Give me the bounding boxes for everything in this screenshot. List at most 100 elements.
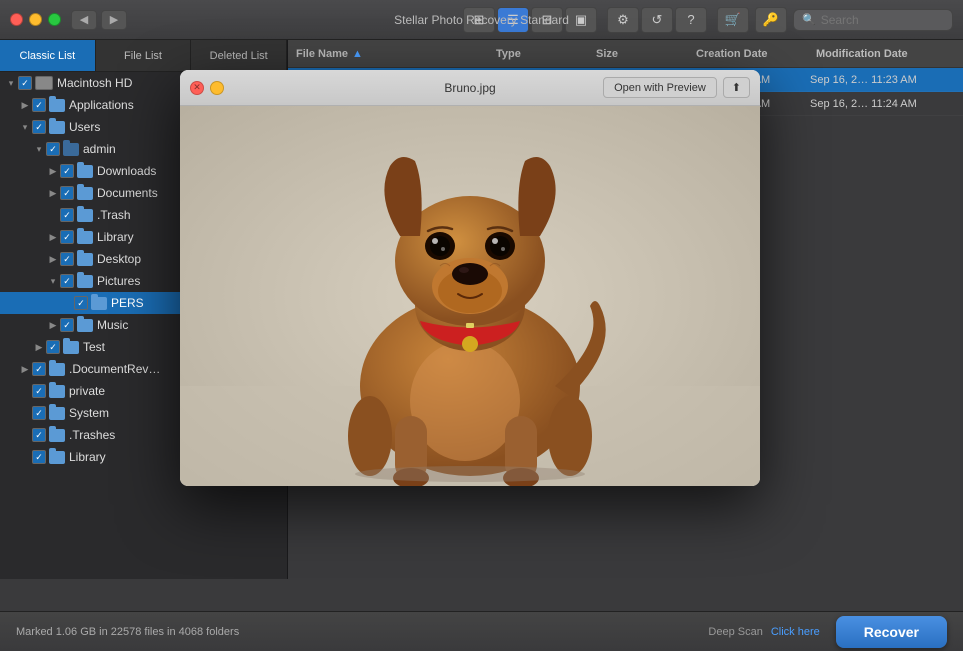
col-header-created: Creation Date xyxy=(696,48,816,60)
preview-image-area xyxy=(180,106,760,486)
checkbox-pers[interactable] xyxy=(74,296,88,310)
folder-icon xyxy=(49,451,65,464)
preview-title-bar: ✕ Bruno.jpg Open with Preview ⬆ xyxy=(180,70,760,106)
folder-icon xyxy=(77,209,93,222)
cell-modified-sam: Sep 16, 2… 11:24 AM xyxy=(810,98,963,110)
open-with-preview-button[interactable]: Open with Preview xyxy=(603,77,717,98)
checkbox-documents[interactable] xyxy=(60,186,74,200)
folder-icon xyxy=(49,407,65,420)
label-private: private xyxy=(69,384,105,398)
arrow-icon: ▾ xyxy=(46,274,60,288)
folder-icon xyxy=(49,385,65,398)
checkbox-applications[interactable] xyxy=(32,98,46,112)
maximize-window-button[interactable] xyxy=(48,13,61,26)
app-title: Stellar Photo Recovery Standard xyxy=(394,13,569,27)
title-bar: ◀ ▶ Stellar Photo Recovery Standard ⊞ ☰ … xyxy=(0,0,963,40)
click-here-link[interactable]: Click here xyxy=(771,626,820,638)
preview-close-button[interactable]: ✕ xyxy=(190,81,204,95)
label-trashes: .Trashes xyxy=(69,428,115,442)
label-documents: Documents xyxy=(97,186,158,200)
checkbox-desktop[interactable] xyxy=(60,252,74,266)
tab-classic-list[interactable]: Classic List xyxy=(0,40,96,71)
traffic-lights xyxy=(10,13,61,26)
label-desktop: Desktop xyxy=(97,252,141,266)
label-trash: .Trash xyxy=(97,208,131,222)
folder-icon xyxy=(49,121,65,134)
label-pers: PERS xyxy=(111,296,144,310)
col-header-size: Size xyxy=(596,48,696,60)
label-applications: Applications xyxy=(69,98,134,112)
arrow-icon: ▾ xyxy=(18,120,32,134)
checkbox-downloads[interactable] xyxy=(60,164,74,178)
arrow-icon: ▶ xyxy=(46,186,60,200)
folder-icon xyxy=(63,341,79,354)
col-header-modified: Modification Date xyxy=(816,48,963,60)
checkbox-trashes[interactable] xyxy=(32,428,46,442)
checkbox-library2[interactable] xyxy=(32,450,46,464)
arrow-icon: ▶ xyxy=(32,340,46,354)
checkbox-users[interactable] xyxy=(32,120,46,134)
file-table-header: File Name ▲ Type Size Creation Date Modi… xyxy=(288,40,963,68)
col-header-name: File Name ▲ xyxy=(296,48,496,60)
checkbox-pictures[interactable] xyxy=(60,274,74,288)
folder-icon xyxy=(63,143,79,156)
preview-title: Bruno.jpg xyxy=(444,81,495,95)
tab-file-list[interactable]: File List xyxy=(96,40,192,71)
label-admin: admin xyxy=(83,142,116,156)
checkbox-library[interactable] xyxy=(60,230,74,244)
cart-button[interactable]: 🛒 xyxy=(717,7,749,33)
folder-icon xyxy=(49,429,65,442)
checkbox-trash[interactable] xyxy=(60,208,74,222)
minimize-window-button[interactable] xyxy=(29,13,42,26)
close-window-button[interactable] xyxy=(10,13,23,26)
checkbox-documentrev[interactable] xyxy=(32,362,46,376)
folder-icon xyxy=(77,231,93,244)
folder-icon xyxy=(77,253,93,266)
main-layout: Classic List File List Deleted List ▾ Ma… xyxy=(0,40,963,579)
folder-icon xyxy=(49,99,65,112)
label-downloads: Downloads xyxy=(97,164,156,178)
arrow-icon: ▶ xyxy=(46,252,60,266)
checkbox-system[interactable] xyxy=(32,406,46,420)
arrow-icon: ▶ xyxy=(46,318,60,332)
checkbox-macintosh-hd[interactable] xyxy=(18,76,32,90)
folder-icon xyxy=(77,275,93,288)
arrow-icon: ▶ xyxy=(46,164,60,178)
recover-button[interactable]: Recover xyxy=(836,616,947,648)
label-macintosh-hd: Macintosh HD xyxy=(57,76,132,90)
col-header-type: Type xyxy=(496,48,596,60)
checkbox-admin[interactable] xyxy=(46,142,60,156)
label-pictures: Pictures xyxy=(97,274,140,288)
arrow-icon: ▶ xyxy=(46,230,60,244)
preview-minimize-button[interactable] xyxy=(210,81,224,95)
refresh-button[interactable]: ↺ xyxy=(641,7,673,33)
nav-buttons: ◀ ▶ xyxy=(71,10,127,30)
view-gallery-button[interactable]: ▣ xyxy=(565,7,597,33)
arrow-icon: ▶ xyxy=(18,98,32,112)
arrow-icon: ▾ xyxy=(4,76,18,90)
checkbox-test[interactable] xyxy=(46,340,60,354)
folder-icon xyxy=(77,319,93,332)
deep-scan-label: Deep Scan xyxy=(708,626,762,638)
folder-icon xyxy=(91,297,107,310)
share-button[interactable]: ⬆ xyxy=(723,77,750,98)
search-box[interactable]: 🔍 xyxy=(793,9,953,31)
cell-modified-bruno: Sep 16, 2… 11:23 AM xyxy=(810,74,963,86)
key-button[interactable]: 🔑 xyxy=(755,7,787,33)
back-button[interactable]: ◀ xyxy=(71,10,97,30)
preview-modal: ✕ Bruno.jpg Open with Preview ⬆ xyxy=(180,70,760,486)
hd-icon xyxy=(35,76,53,90)
tab-deleted-list[interactable]: Deleted List xyxy=(191,40,287,71)
settings-button[interactable]: ⚙ xyxy=(607,7,639,33)
search-input[interactable] xyxy=(821,13,941,27)
label-library2: Library xyxy=(69,450,106,464)
forward-button[interactable]: ▶ xyxy=(101,10,127,30)
help-button[interactable]: ? xyxy=(675,7,707,33)
status-bar: Marked 1.06 GB in 22578 files in 4068 fo… xyxy=(0,611,963,651)
checkbox-music[interactable] xyxy=(60,318,74,332)
label-music: Music xyxy=(97,318,128,332)
status-text: Marked 1.06 GB in 22578 files in 4068 fo… xyxy=(16,626,239,638)
checkbox-private[interactable] xyxy=(32,384,46,398)
action-buttons: ⚙ ↺ ? xyxy=(607,7,707,33)
folder-icon xyxy=(77,165,93,178)
